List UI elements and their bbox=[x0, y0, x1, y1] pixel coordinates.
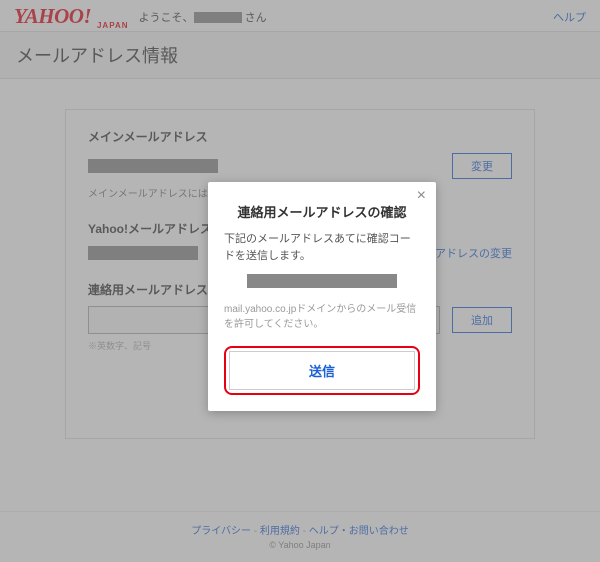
send-button[interactable]: 送信 bbox=[229, 351, 415, 390]
modal-title: 連絡用メールアドレスの確認 bbox=[224, 202, 420, 221]
modal-email-value bbox=[247, 274, 397, 288]
modal-note: mail.yahoo.co.jpドメインからのメール受信を許可してください。 bbox=[224, 302, 420, 332]
send-button-highlight: 送信 bbox=[224, 346, 420, 395]
modal-text: 下記のメールアドレスあてに確認コードを送信します。 bbox=[224, 231, 420, 264]
confirm-modal: × 連絡用メールアドレスの確認 下記のメールアドレスあてに確認コードを送信します… bbox=[208, 182, 436, 411]
close-icon[interactable]: × bbox=[417, 188, 426, 204]
